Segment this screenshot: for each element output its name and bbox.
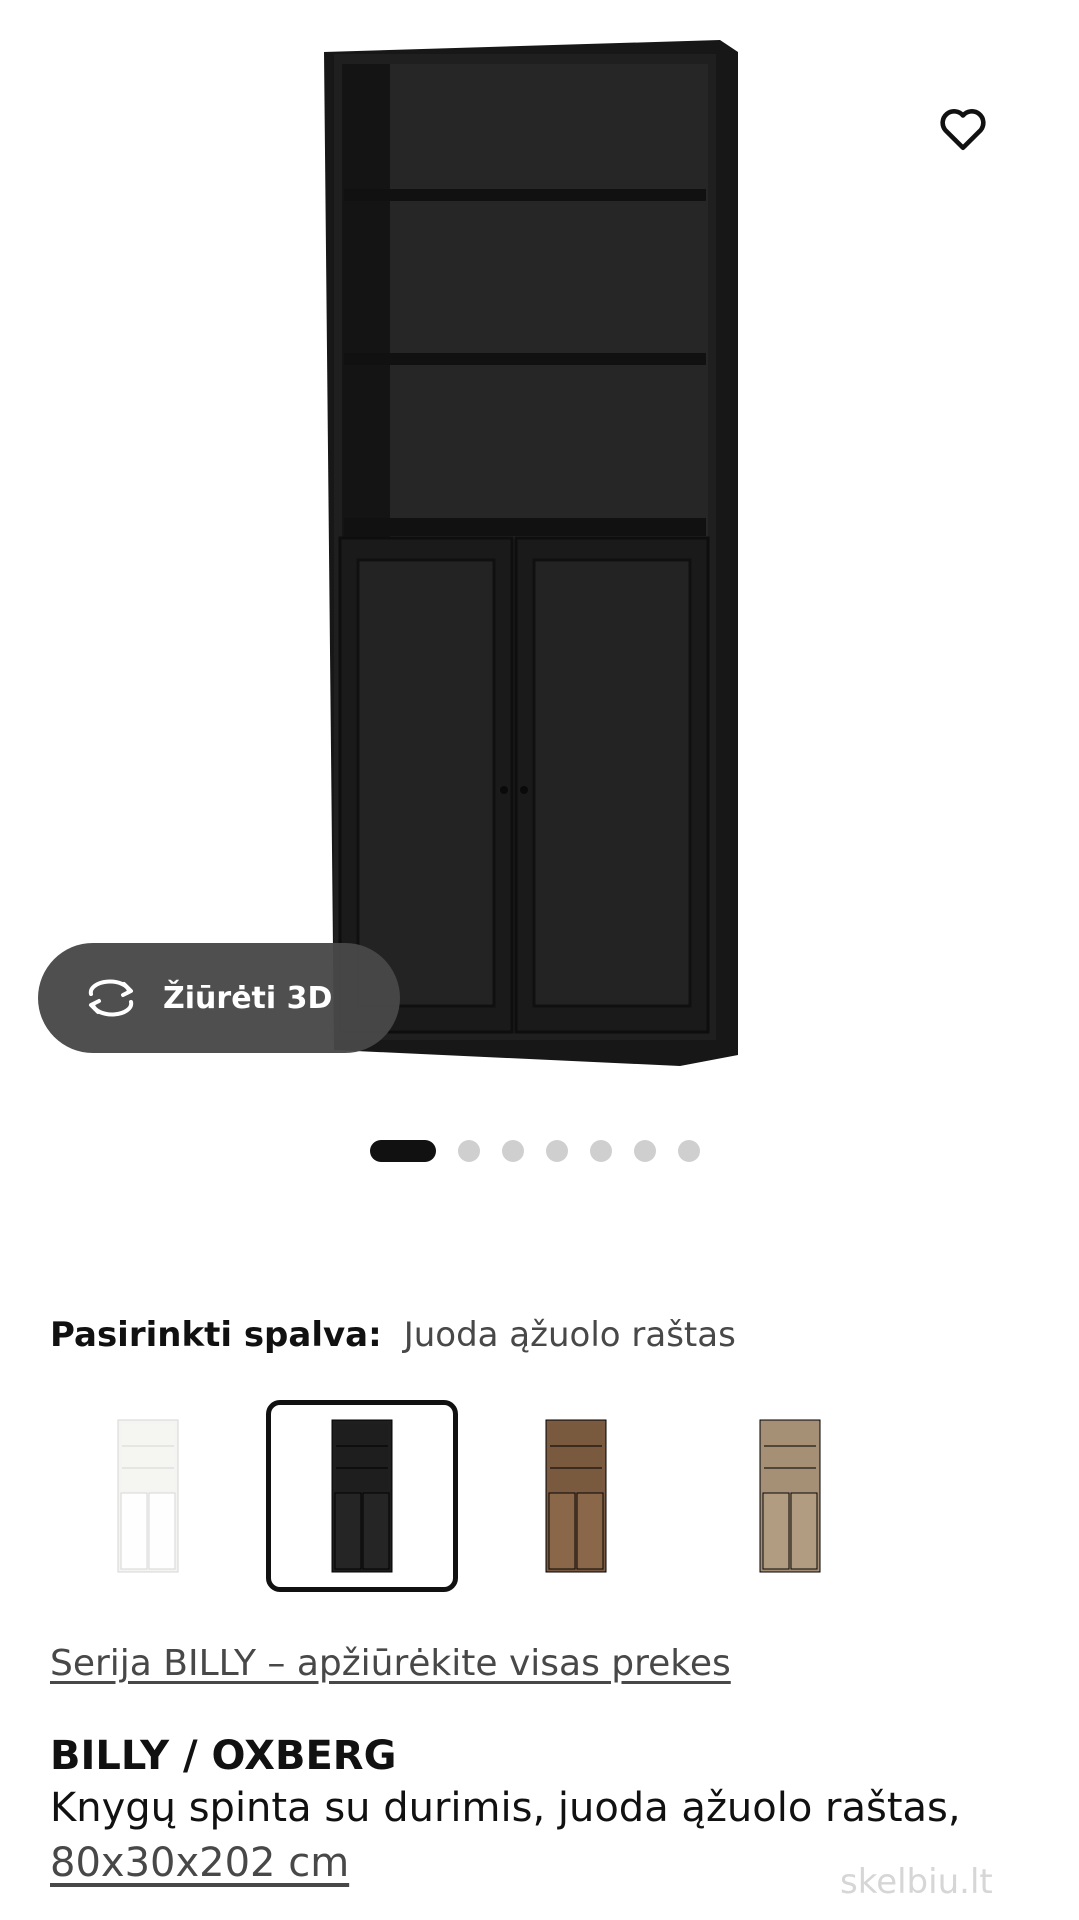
pagination-dot[interactable]	[678, 1140, 700, 1162]
favorite-button[interactable]	[930, 95, 996, 161]
pagination-dot[interactable]	[502, 1140, 524, 1162]
product-image-bookcase	[324, 40, 738, 1066]
selected-color-value: Juoda ąžuolo raštas	[403, 1315, 736, 1355]
swatch-bookcase-thumbnail	[759, 1419, 821, 1573]
pagination-dot[interactable]	[546, 1140, 568, 1162]
pagination-dot-active[interactable]	[370, 1140, 436, 1162]
swatch-bookcase-thumbnail	[117, 1419, 179, 1573]
pagination-dot[interactable]	[634, 1140, 656, 1162]
view-3d-label: Žiūrėti 3D	[163, 980, 333, 1016]
rotate-arrows-icon	[88, 979, 134, 1017]
series-link[interactable]: Serija BILLY – apžiūrėkite visas prekes	[50, 1643, 731, 1684]
color-picker-label: Pasirinkti spalva:	[50, 1315, 382, 1355]
product-name: BILLY / OXBERG	[50, 1733, 397, 1779]
product-image-gallery[interactable]: Žiūrėti 3D	[0, 0, 1079, 1110]
color-swatch[interactable]	[480, 1400, 672, 1592]
pagination-dot[interactable]	[458, 1140, 480, 1162]
color-swatch[interactable]	[52, 1400, 244, 1592]
product-size-link[interactable]: 80x30x202 cm	[50, 1840, 349, 1886]
color-swatch[interactable]	[694, 1400, 886, 1592]
product-description: Knygų spinta su durimis, juoda ąžuolo ra…	[50, 1785, 961, 1831]
color-picker-heading: Pasirinkti spalva: Juoda ąžuolo raštas	[50, 1315, 736, 1355]
pagination-dot[interactable]	[590, 1140, 612, 1162]
gallery-pagination	[0, 1140, 1079, 1162]
view-3d-button[interactable]: Žiūrėti 3D	[38, 943, 400, 1053]
heart-icon	[940, 109, 986, 151]
color-swatch[interactable]	[266, 1400, 458, 1592]
swatch-bookcase-thumbnail	[331, 1419, 393, 1573]
swatch-bookcase-thumbnail	[545, 1419, 607, 1573]
watermark: skelbiu.lt	[840, 1862, 993, 1902]
